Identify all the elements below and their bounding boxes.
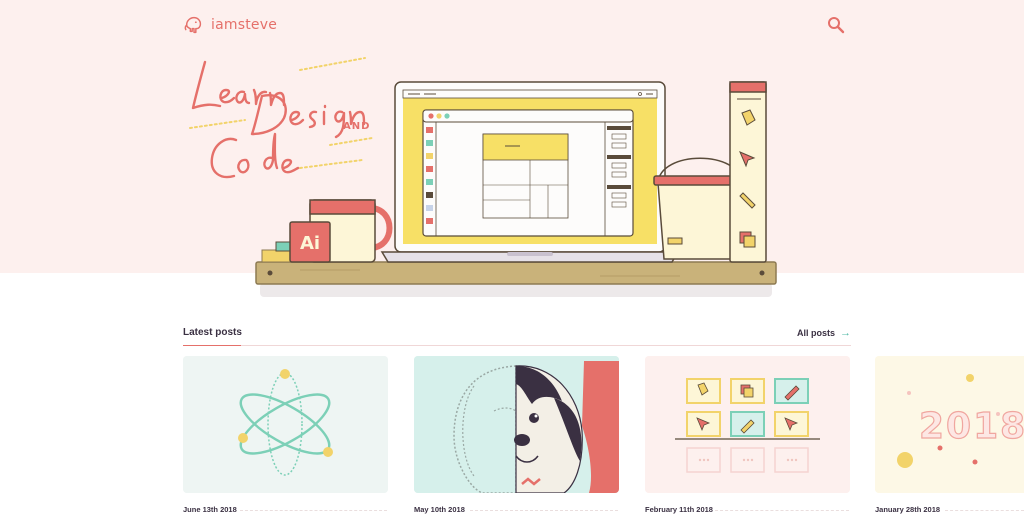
shelf <box>255 261 777 285</box>
post-date-2: May 10th 2018 <box>414 505 465 514</box>
elephant-logo-icon <box>184 16 202 34</box>
post-card-3[interactable] <box>645 356 850 493</box>
tools-grid-illustration <box>645 356 850 493</box>
post-card-1[interactable] <box>183 356 388 493</box>
logo-link[interactable]: iamsteve <box>183 14 277 36</box>
ai-badge-label: Ai <box>300 233 320 254</box>
section-divider-accent <box>183 345 241 346</box>
arrow-right-icon: → <box>840 327 851 339</box>
year-art-text: 2018 <box>919 406 1024 447</box>
search-button[interactable] <box>827 16 845 34</box>
tool-palette <box>729 81 767 263</box>
section-title: Latest posts <box>183 327 242 338</box>
search-icon <box>828 17 845 34</box>
laptop <box>380 81 680 263</box>
post-date-1: June 13th 2018 <box>183 505 237 514</box>
post-date-4: January 28th 2018 <box>875 505 941 514</box>
atom-illustration <box>183 356 388 493</box>
dog-illustration <box>414 356 619 493</box>
svg-text:AND: AND <box>343 121 370 132</box>
post-card-2[interactable] <box>414 356 619 493</box>
post-date-3: February 11th 2018 <box>645 505 713 514</box>
post-divider-2 <box>470 510 618 511</box>
post-card-4[interactable]: 2018 <box>875 356 1024 493</box>
brand-name: iamsteve <box>211 17 278 33</box>
year-illustration: 2018 <box>875 356 1024 493</box>
latest-posts-header: Latest posts All posts → <box>183 325 851 345</box>
post-divider-3 <box>715 510 849 511</box>
post-divider-1 <box>240 510 387 511</box>
illustrator-badge: Ai <box>289 221 331 263</box>
section-divider <box>183 345 851 346</box>
all-posts-label: All posts <box>796 328 835 338</box>
top-bar: iamsteve <box>0 0 1024 50</box>
post-divider-4 <box>945 510 1024 511</box>
all-posts-link[interactable]: All posts → <box>797 327 851 339</box>
